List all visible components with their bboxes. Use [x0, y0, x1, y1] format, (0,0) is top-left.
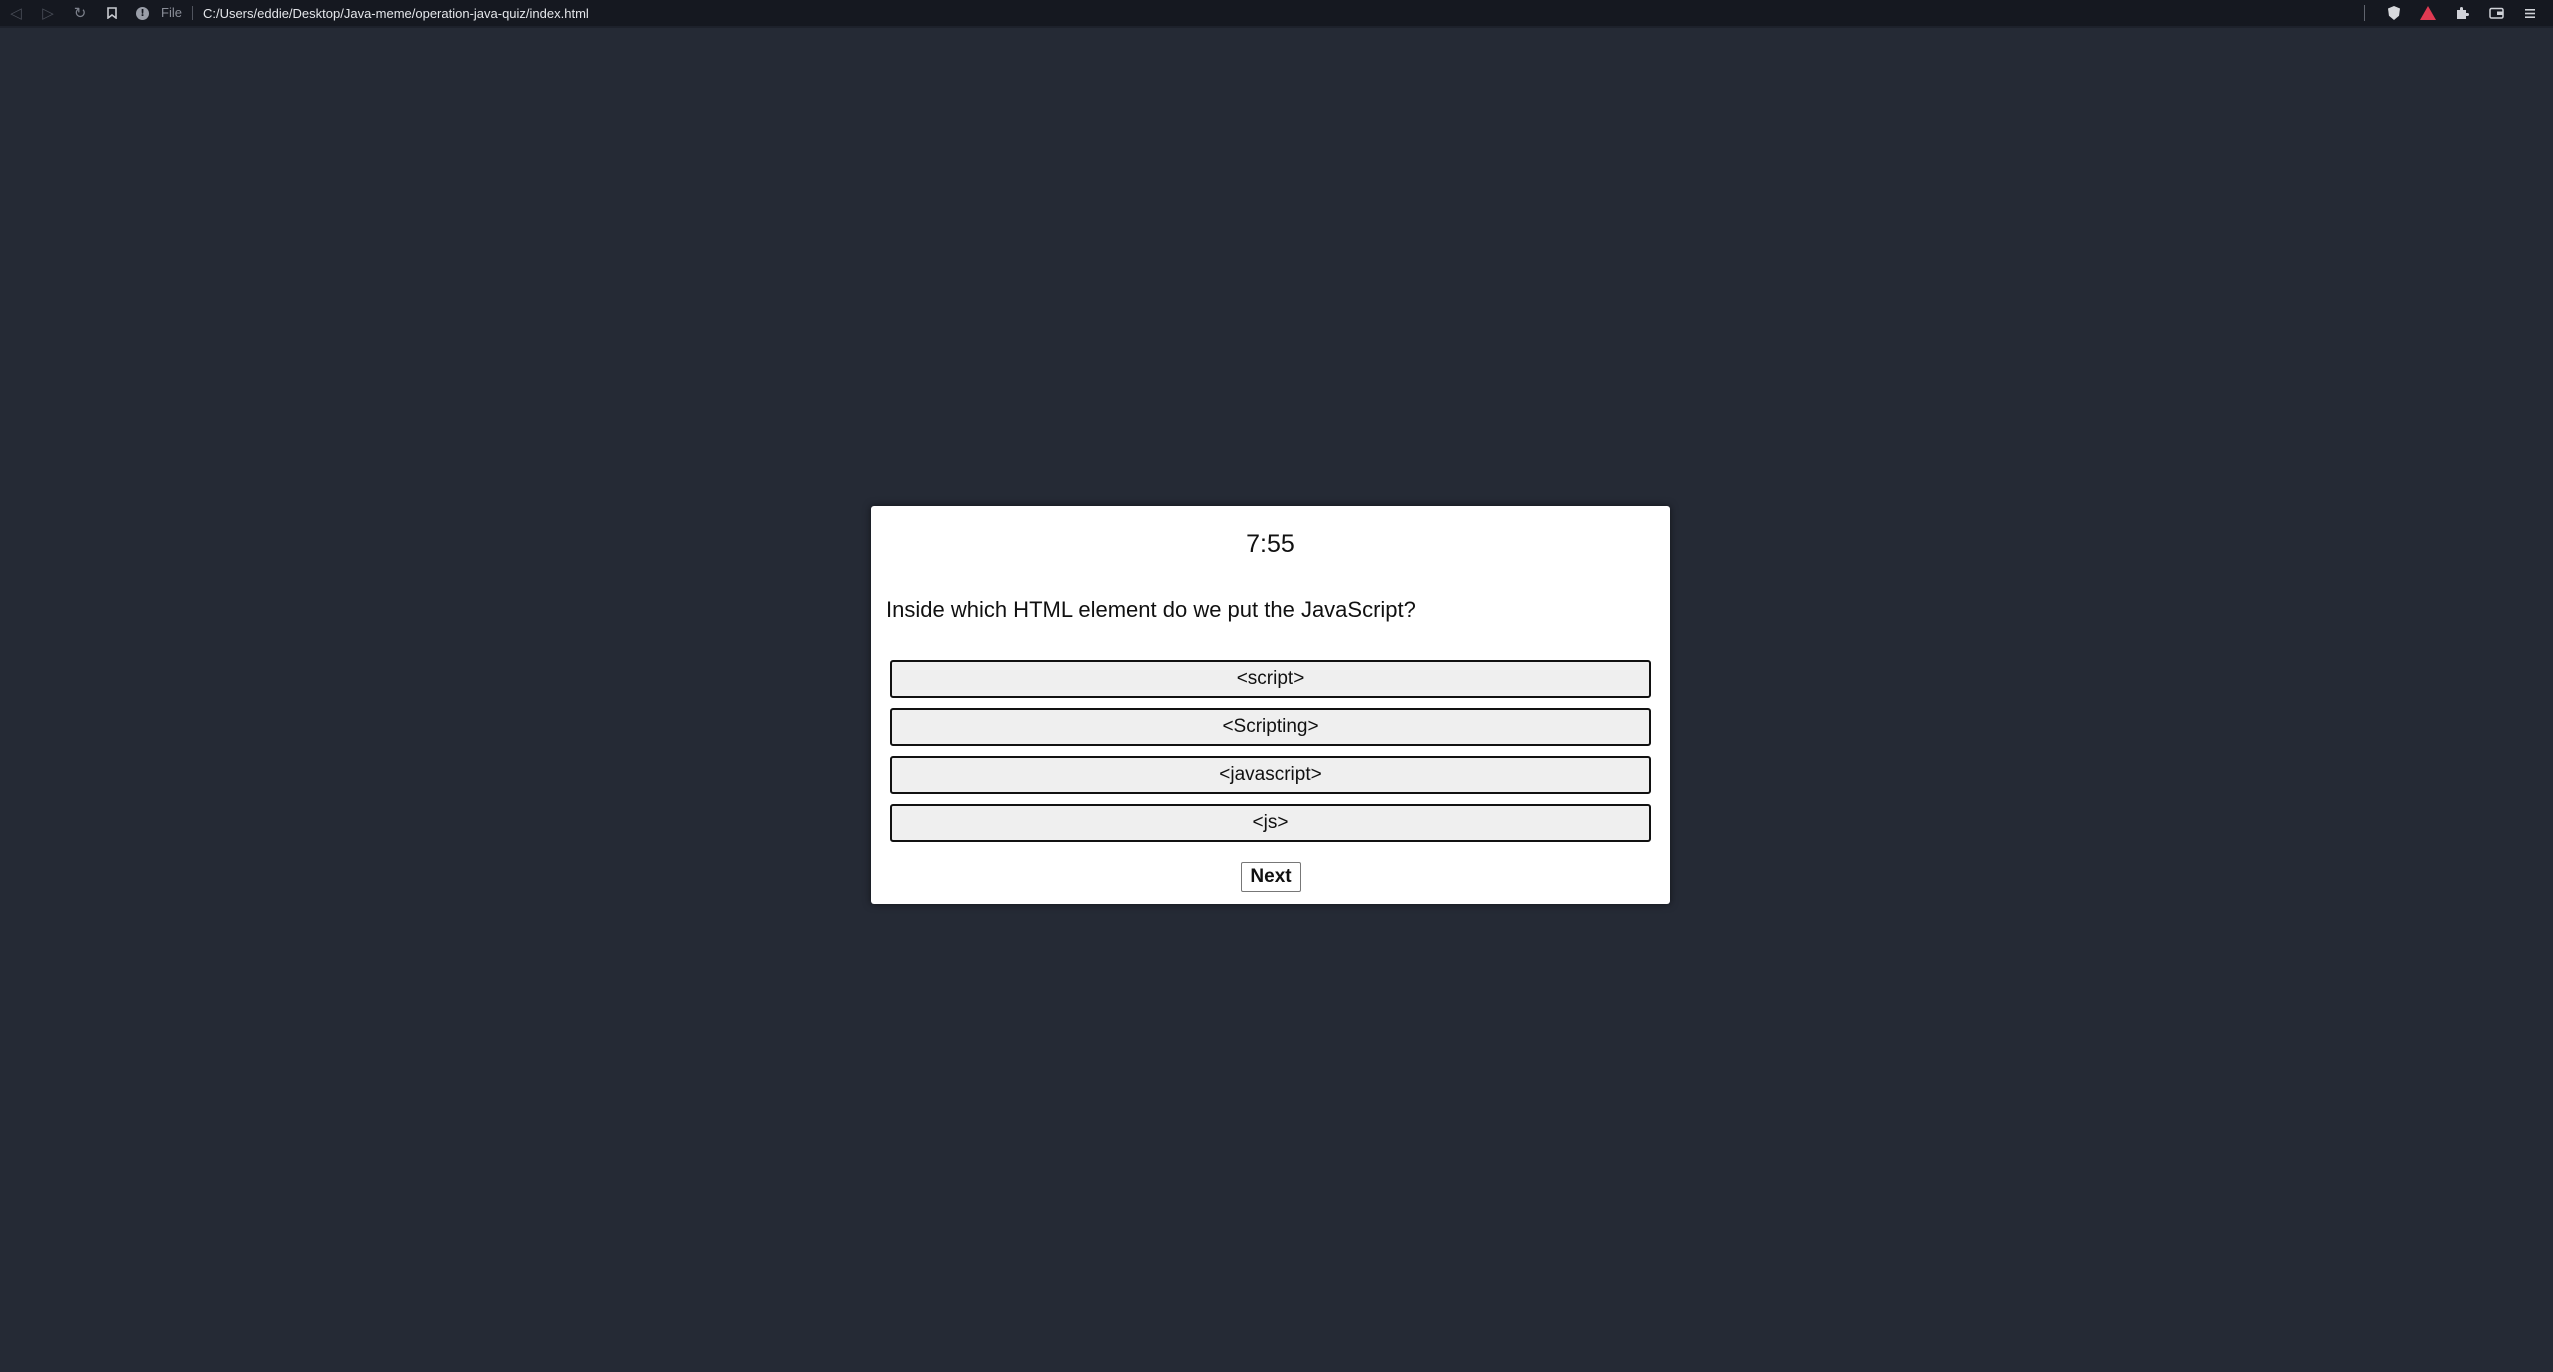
browser-tools — [2364, 0, 2553, 27]
answer-button-js[interactable]: <js> — [890, 804, 1651, 842]
answer-button-scripting[interactable]: <Scripting> — [890, 708, 1651, 746]
bookmark-icon[interactable] — [96, 0, 128, 27]
brave-rewards-icon[interactable] — [2411, 0, 2445, 27]
question-text: Inside which HTML element do we put the … — [886, 597, 1416, 622]
menu-icon[interactable] — [2513, 0, 2547, 27]
url-text[interactable]: C:/Users/eddie/Desktop/Java-meme/operati… — [203, 6, 589, 21]
toolbar-divider — [2364, 5, 2365, 21]
answer-button-script[interactable]: <script> — [890, 660, 1651, 698]
info-icon[interactable]: ! — [136, 6, 149, 20]
back-arrow-icon[interactable]: ◁ — [0, 0, 32, 27]
quiz-card: 7:55 Inside which HTML element do we put… — [871, 506, 1670, 904]
browser-toolbar: ◁ ▷ ↻ ! File C:/Users/eddie/Desktop/Java… — [0, 0, 2553, 28]
forward-arrow-icon[interactable]: ▷ — [32, 0, 64, 27]
answer-button-javascript[interactable]: <javascript> — [890, 756, 1651, 794]
next-button[interactable]: Next — [1241, 862, 1301, 892]
address-bar[interactable]: ! File C:/Users/eddie/Desktop/Java-meme/… — [136, 0, 2364, 27]
extensions-icon[interactable] — [2445, 0, 2479, 27]
brave-shield-icon[interactable] — [2377, 0, 2411, 27]
scheme-label: File — [161, 6, 193, 20]
answer-list: <script> <Scripting> <javascript> <js> — [890, 660, 1651, 852]
reload-icon[interactable]: ↻ — [64, 0, 96, 27]
wallet-icon[interactable] — [2479, 0, 2513, 27]
countdown-timer: 7:55 — [1246, 530, 1295, 558]
